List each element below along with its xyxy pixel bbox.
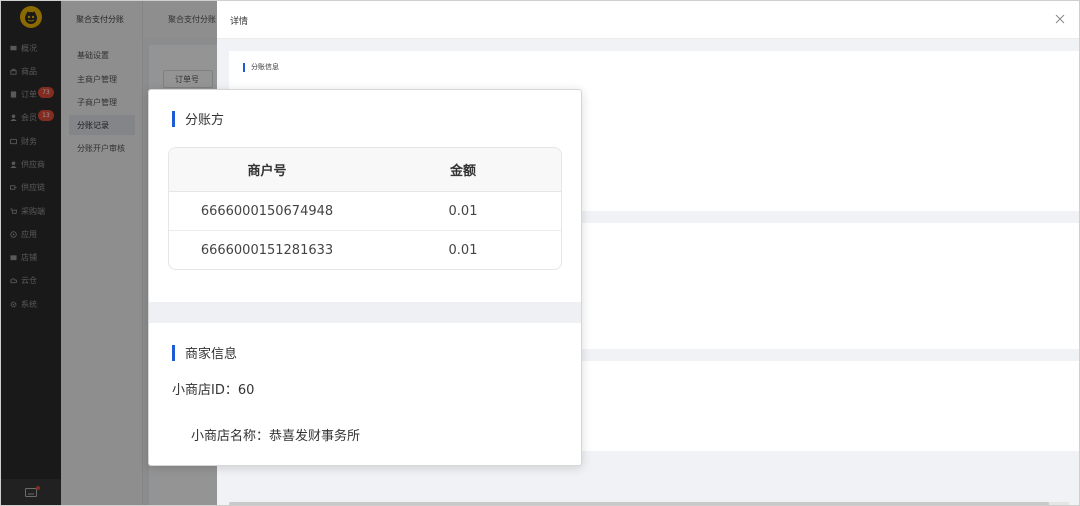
shop-name-text: 小商店名称：恭喜发财事务所	[191, 429, 361, 444]
table-row: 6666000151281633 0.01	[169, 231, 561, 269]
scrollbar-thumb[interactable]	[229, 502, 1049, 505]
merchant-info-title: 商家信息	[172, 343, 237, 362]
table-row: 6666000150674948 0.01	[169, 192, 561, 231]
split-info-title: 分账信息	[243, 62, 279, 72]
merchant-no-cell: 6666000151281633	[200, 243, 334, 258]
section-marker	[172, 110, 175, 127]
table-header: 商户号 金额	[169, 148, 561, 192]
section-marker	[172, 344, 175, 361]
section-divider	[149, 302, 581, 323]
split-party-title: 分账方	[172, 109, 224, 128]
merchant-info-title-text: 商家信息	[185, 347, 238, 362]
amount-cell: 0.01	[448, 203, 478, 219]
merchant-no-cell: 6666000150674948	[200, 203, 334, 219]
split-party-table: 商户号 金额 6666000150674948 0.01 66660001512…	[168, 147, 562, 270]
amount-header: 金额	[449, 164, 476, 179]
merchant-no-header: 商户号	[247, 164, 287, 179]
close-icon[interactable]	[1053, 12, 1067, 26]
drawer-header: 详情	[217, 1, 1079, 39]
split-party-title-text: 分账方	[185, 113, 225, 128]
app-window: 概况 商品 订单 73 会员 13 财务 供应商 供应链 采购端 应用 店铺 云…	[0, 0, 1080, 506]
drawer-title: 详情	[230, 17, 249, 27]
shop-id-text: 小商店ID：60	[172, 383, 255, 398]
horizontal-scrollbar[interactable]	[229, 502, 1069, 505]
section-marker	[243, 62, 245, 72]
split-info-title-text: 分账信息	[251, 63, 279, 71]
amount-cell: 0.01	[448, 243, 478, 258]
split-detail-popover: 分账方 商户号 金额 6666000150674948 0.01 6666000…	[148, 89, 582, 466]
